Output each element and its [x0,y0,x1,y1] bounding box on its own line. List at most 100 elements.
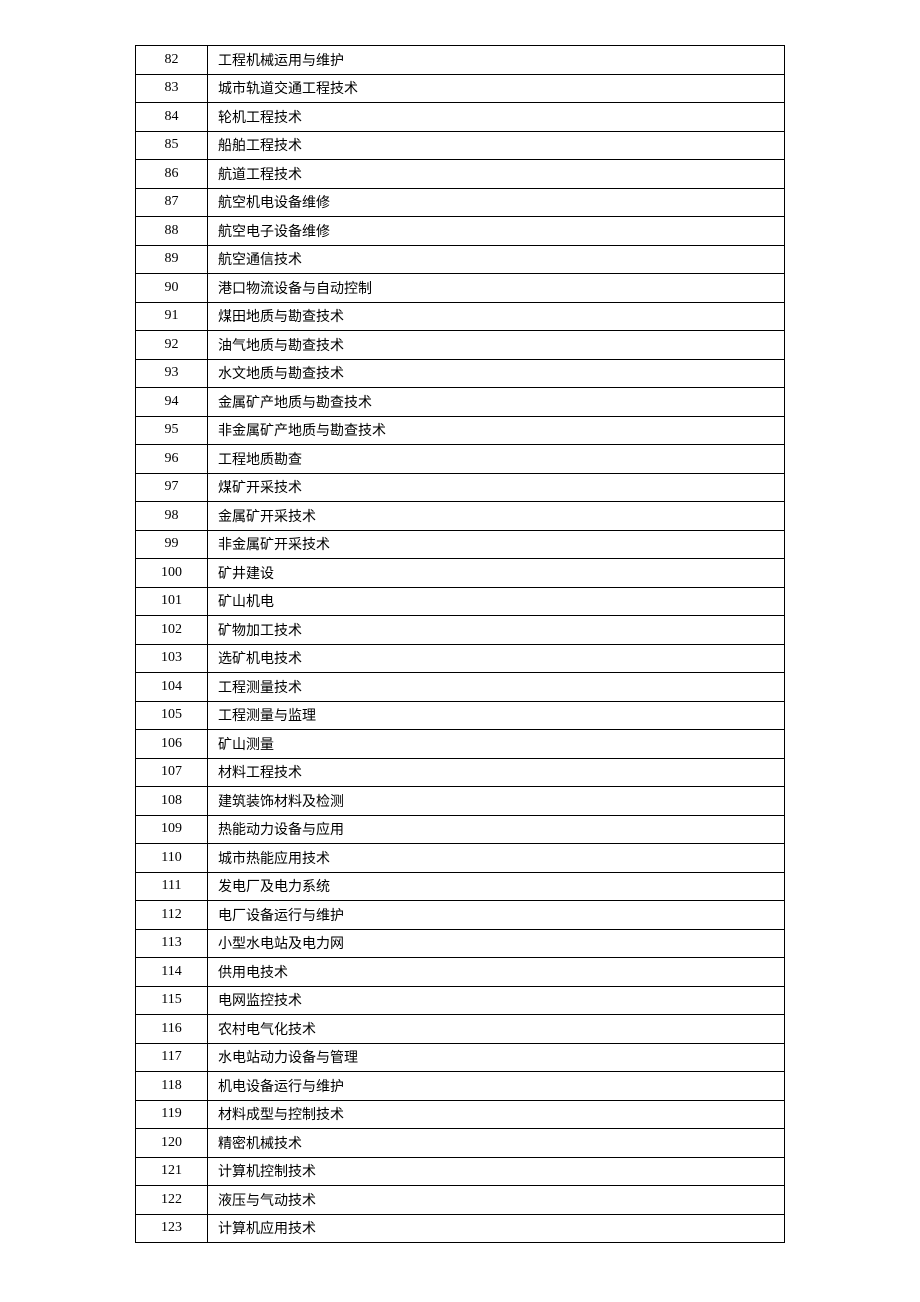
row-name: 工程测量技术 [208,673,785,702]
row-name: 煤田地质与勘查技术 [208,302,785,331]
row-number: 88 [136,217,208,246]
table-row: 109热能动力设备与应用 [136,815,785,844]
row-name: 煤矿开采技术 [208,473,785,502]
row-number: 105 [136,701,208,730]
row-number: 100 [136,559,208,588]
row-name: 水电站动力设备与管理 [208,1043,785,1072]
row-name: 金属矿产地质与勘查技术 [208,388,785,417]
table-row: 86航道工程技术 [136,160,785,189]
row-name: 城市轨道交通工程技术 [208,74,785,103]
row-name: 材料工程技术 [208,758,785,787]
table-row: 97煤矿开采技术 [136,473,785,502]
row-name: 航空机电设备维修 [208,188,785,217]
table-row: 93水文地质与勘查技术 [136,359,785,388]
row-number: 121 [136,1157,208,1186]
row-number: 113 [136,929,208,958]
row-number: 106 [136,730,208,759]
table-row: 87航空机电设备维修 [136,188,785,217]
table-row: 112电厂设备运行与维护 [136,901,785,930]
table-row: 90港口物流设备与自动控制 [136,274,785,303]
table-row: 85船舶工程技术 [136,131,785,160]
table-row: 95非金属矿产地质与勘查技术 [136,416,785,445]
row-name: 非金属矿开采技术 [208,530,785,559]
row-number: 118 [136,1072,208,1101]
row-name: 液压与气动技术 [208,1186,785,1215]
table-row: 123计算机应用技术 [136,1214,785,1243]
table-row: 106矿山测量 [136,730,785,759]
row-name: 船舶工程技术 [208,131,785,160]
row-number: 96 [136,445,208,474]
table-row: 119材料成型与控制技术 [136,1100,785,1129]
table-row: 104工程测量技术 [136,673,785,702]
row-name: 电厂设备运行与维护 [208,901,785,930]
table-row: 115电网监控技术 [136,986,785,1015]
table-row: 82工程机械运用与维护 [136,46,785,75]
row-name: 计算机控制技术 [208,1157,785,1186]
row-name: 选矿机电技术 [208,644,785,673]
row-number: 85 [136,131,208,160]
table-row: 91煤田地质与勘查技术 [136,302,785,331]
row-number: 93 [136,359,208,388]
row-number: 119 [136,1100,208,1129]
table-row: 122液压与气动技术 [136,1186,785,1215]
row-name: 精密机械技术 [208,1129,785,1158]
row-number: 122 [136,1186,208,1215]
table-row: 120精密机械技术 [136,1129,785,1158]
row-name: 航道工程技术 [208,160,785,189]
table-row: 116农村电气化技术 [136,1015,785,1044]
row-name: 航空通信技术 [208,245,785,274]
row-name: 工程测量与监理 [208,701,785,730]
row-name: 工程机械运用与维护 [208,46,785,75]
row-name: 油气地质与勘查技术 [208,331,785,360]
table-row: 98金属矿开采技术 [136,502,785,531]
table-row: 110城市热能应用技术 [136,844,785,873]
row-number: 83 [136,74,208,103]
table-row: 111发电厂及电力系统 [136,872,785,901]
table-row: 102矿物加工技术 [136,616,785,645]
row-number: 112 [136,901,208,930]
row-name: 工程地质勘查 [208,445,785,474]
row-number: 94 [136,388,208,417]
row-name: 金属矿开采技术 [208,502,785,531]
row-number: 89 [136,245,208,274]
row-number: 114 [136,958,208,987]
table-row: 105工程测量与监理 [136,701,785,730]
row-name: 矿井建设 [208,559,785,588]
row-number: 98 [136,502,208,531]
row-number: 111 [136,872,208,901]
row-number: 110 [136,844,208,873]
row-name: 航空电子设备维修 [208,217,785,246]
row-name: 供用电技术 [208,958,785,987]
row-name: 材料成型与控制技术 [208,1100,785,1129]
row-number: 115 [136,986,208,1015]
row-number: 108 [136,787,208,816]
row-name: 轮机工程技术 [208,103,785,132]
table-row: 118机电设备运行与维护 [136,1072,785,1101]
row-number: 109 [136,815,208,844]
table-row: 94金属矿产地质与勘查技术 [136,388,785,417]
table-row: 99非金属矿开采技术 [136,530,785,559]
row-number: 86 [136,160,208,189]
row-number: 99 [136,530,208,559]
row-number: 107 [136,758,208,787]
row-number: 120 [136,1129,208,1158]
row-name: 矿山测量 [208,730,785,759]
table-row: 101矿山机电 [136,587,785,616]
table-container: 82工程机械运用与维护83城市轨道交通工程技术84轮机工程技术85船舶工程技术8… [135,45,785,1243]
table-row: 92油气地质与勘查技术 [136,331,785,360]
row-name: 非金属矿产地质与勘查技术 [208,416,785,445]
table-row: 113小型水电站及电力网 [136,929,785,958]
row-name: 小型水电站及电力网 [208,929,785,958]
row-name: 计算机应用技术 [208,1214,785,1243]
row-number: 97 [136,473,208,502]
row-number: 82 [136,46,208,75]
table-row: 89航空通信技术 [136,245,785,274]
row-number: 92 [136,331,208,360]
row-number: 95 [136,416,208,445]
row-name: 农村电气化技术 [208,1015,785,1044]
table-row: 88航空电子设备维修 [136,217,785,246]
row-number: 87 [136,188,208,217]
table-row: 103选矿机电技术 [136,644,785,673]
row-name: 矿山机电 [208,587,785,616]
row-name: 港口物流设备与自动控制 [208,274,785,303]
